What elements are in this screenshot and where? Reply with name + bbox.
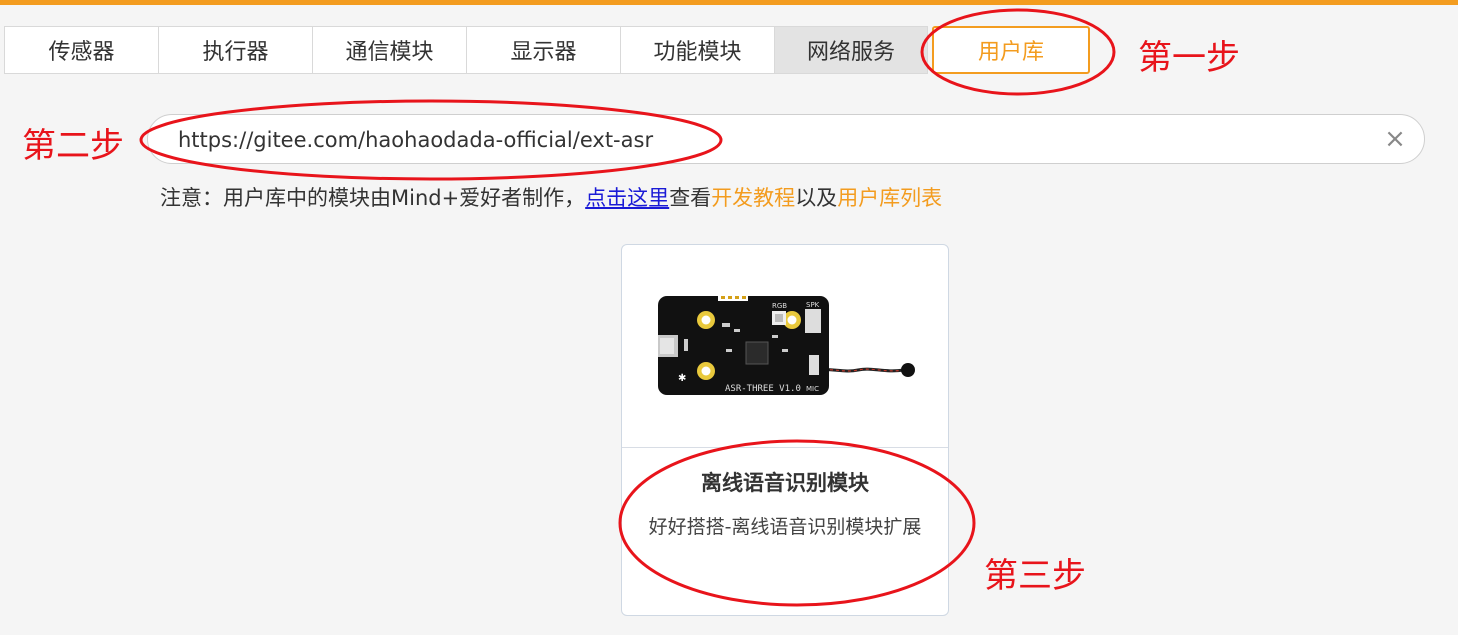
board-label: ASR-THREE V1.0 (725, 384, 801, 394)
tutorial-link[interactable]: 开发教程 (711, 186, 795, 210)
notice-middle: 查看 (669, 186, 712, 210)
top-accent-bar (0, 0, 1458, 5)
search-input[interactable] (176, 123, 1360, 157)
svg-text:✱: ✱ (678, 373, 686, 384)
module-image: ✱ ASR-THREE V1.0 RGB SPK MIC (622, 245, 948, 447)
tab-function[interactable]: 功能模块 (620, 26, 774, 74)
search-bar: × (147, 114, 1425, 164)
spk-label: SPK (806, 301, 820, 309)
tab-actuators[interactable]: 执行器 (158, 26, 312, 74)
user-library-list-link[interactable]: 用户库列表 (837, 186, 942, 210)
extension-card[interactable]: ✱ ASR-THREE V1.0 RGB SPK MIC 离线语音识别模块 好好… (621, 244, 949, 616)
click-here-link[interactable]: 点击这里 (585, 186, 669, 210)
card-divider (622, 447, 948, 448)
category-tabs: 传感器 执行器 通信模块 显示器 功能模块 网络服务 用户库 (4, 26, 1090, 74)
tab-sensors[interactable]: 传感器 (4, 26, 158, 74)
tab-communication[interactable]: 通信模块 (312, 26, 466, 74)
notice-text: 注意：用户库中的模块由Mind+爱好者制作，点击这里查看开发教程以及用户库列表 (160, 182, 942, 212)
card-description: 好好搭搭-离线语音识别模块扩展 (648, 516, 922, 538)
mic-label: MIC (806, 385, 819, 393)
notice-and: 以及 (795, 186, 838, 210)
step1-annotation: 第一步 (1138, 38, 1240, 78)
tab-display[interactable]: 显示器 (466, 26, 620, 74)
tab-network[interactable]: 网络服务 (774, 26, 928, 74)
card-title: 离线语音识别模块 (701, 471, 869, 495)
close-icon[interactable]: × (1384, 126, 1406, 152)
step3-annotation: 第三步 (984, 556, 1086, 596)
notice-prefix: 注意：用户库中的模块由Mind+爱好者制作， (160, 186, 586, 210)
tab-user-library[interactable]: 用户库 (932, 26, 1090, 74)
rgb-label: RGB (772, 302, 787, 310)
step2-annotation: 第二步 (22, 126, 124, 166)
